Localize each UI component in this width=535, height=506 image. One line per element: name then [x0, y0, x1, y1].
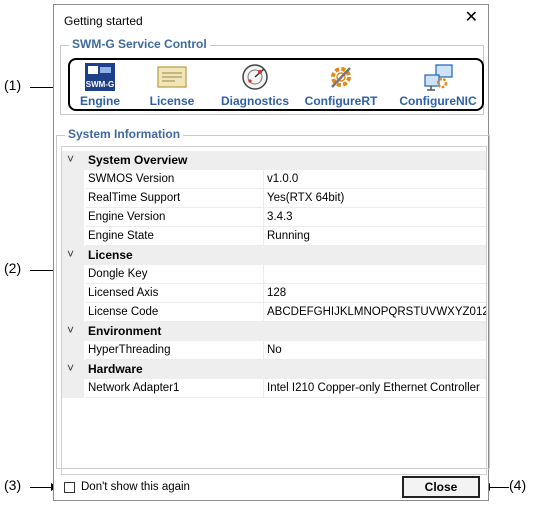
configure-nic-button[interactable]: ConfigureNIC [394, 63, 482, 108]
property-name: Network Adapter1 [86, 379, 264, 398]
system-info-title: System Information [65, 127, 184, 141]
close-icon[interactable]: ✕ [465, 9, 478, 27]
property-name: Dongle Key [86, 265, 264, 284]
chevron-down-icon: ˅ [67, 247, 75, 261]
callout-3: (3) [4, 477, 22, 493]
category-hardware[interactable]: ˅ Hardware [62, 360, 486, 379]
property-value: Running [264, 227, 486, 246]
category-label: Environment [88, 324, 162, 338]
property-name: License Code [86, 303, 264, 322]
license-icon [146, 63, 198, 91]
callout-2: (2) [4, 260, 22, 276]
service-control-group: SWM-G Service Control SWM-G Engine Licen… [60, 37, 484, 115]
svg-text:SWM-G: SWM-G [86, 80, 114, 89]
property-value: v1.0.0 [264, 170, 486, 189]
dont-show-again-checkbox[interactable] [64, 481, 75, 493]
property-name: Engine State [86, 227, 264, 246]
callout-4: (4) [509, 477, 527, 493]
configure-nic-label: ConfigureNIC [399, 94, 477, 108]
property-name: HyperThreading [86, 341, 264, 360]
property-name: RealTime Support [86, 189, 264, 208]
property-row[interactable]: Dongle Key [62, 265, 486, 284]
chevron-down-icon: ˅ [67, 152, 75, 166]
property-value: No [264, 341, 486, 360]
dont-show-again-label: Don't show this again [81, 481, 190, 493]
service-control-title: SWM-G Service Control [69, 37, 210, 51]
license-label: License [149, 94, 195, 108]
configure-rt-label: ConfigureRT [304, 94, 378, 108]
property-row[interactable]: Engine State Running [62, 227, 486, 246]
configure-rt-icon [298, 63, 384, 91]
license-button[interactable]: License [146, 63, 198, 108]
engine-button[interactable]: SWM-G Engine [76, 63, 124, 108]
callout-4-line [489, 487, 509, 488]
property-row[interactable]: Network Adapter1 Intel I210 Copper-only … [62, 379, 486, 398]
chevron-down-icon: ˅ [67, 361, 75, 375]
property-value: ABCDEFGHIJKLMNOPQRSTUVWXYZ0123 [264, 303, 486, 322]
category-label: System Overview [88, 153, 188, 167]
close-button[interactable]: Close [402, 476, 480, 498]
property-row[interactable]: Engine Version 3.4.3 [62, 208, 486, 227]
property-grid: ˅ System Overview SWMOS Version v1.0.0 R… [61, 146, 487, 475]
property-value [264, 265, 486, 284]
system-info-group: System Information ˅ System Overview SWM… [56, 127, 490, 475]
property-row[interactable]: License Code ABCDEFGHIJKLMNOPQRSTUVWXYZ0… [62, 303, 486, 322]
property-row[interactable]: SWMOS Version v1.0.0 [62, 170, 486, 189]
property-row[interactable]: HyperThreading No [62, 341, 486, 360]
property-name: SWMOS Version [86, 170, 264, 189]
property-value: 128 [264, 284, 486, 303]
engine-icon: SWM-G [76, 63, 124, 91]
property-value: 3.4.3 [264, 208, 486, 227]
configure-rt-button[interactable]: ConfigureRT [298, 63, 384, 108]
callout-3-line [30, 487, 52, 488]
property-row[interactable]: RealTime Support Yes(RTX 64bit) [62, 189, 486, 208]
getting-started-dialog: Getting started ✕ SWM-G Service Control … [53, 4, 490, 501]
category-system-overview[interactable]: ˅ System Overview [62, 151, 486, 170]
dont-show-again-toggle[interactable]: Don't show this again [64, 481, 190, 493]
diagnostics-icon [218, 63, 292, 91]
property-value: Yes(RTX 64bit) [264, 189, 486, 208]
property-row[interactable]: Licensed Axis 128 [62, 284, 486, 303]
diagnostics-label: Diagnostics [220, 94, 289, 108]
service-buttons-box: SWM-G Engine License Diagnostics Configu… [68, 58, 484, 111]
diagnostics-button[interactable]: Diagnostics [218, 63, 292, 108]
engine-label: Engine [79, 94, 120, 108]
property-value: Intel I210 Copper-only Ethernet Controll… [264, 379, 486, 398]
category-environment[interactable]: ˅ Environment [62, 322, 486, 341]
chevron-down-icon: ˅ [67, 323, 75, 337]
category-label: Hardware [88, 362, 143, 376]
category-license[interactable]: ˅ License [62, 246, 486, 265]
property-name: Licensed Axis [86, 284, 264, 303]
dialog-title: Getting started [64, 14, 143, 28]
configure-nic-icon [394, 63, 482, 91]
property-name: Engine Version [86, 208, 264, 227]
category-label: License [88, 248, 133, 262]
callout-1: (1) [4, 77, 22, 93]
